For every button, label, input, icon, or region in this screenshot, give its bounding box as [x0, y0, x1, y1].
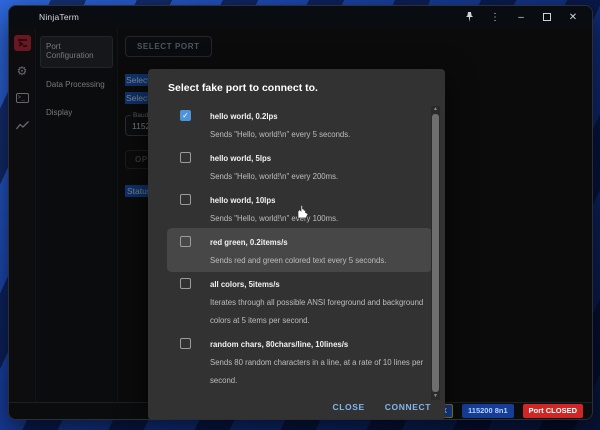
port-item-desc: Sends "Hello, world!\n" every 5 seconds.	[210, 130, 350, 139]
port-list-item[interactable]: alphabetic chars, 1 by 1, 5chars/s Sends…	[170, 393, 429, 394]
titlebar: NinjaTerm ⋮ – ✕	[9, 6, 592, 28]
port-item-desc: Sends 80 random characters in a line, at…	[210, 358, 423, 385]
maximize-icon[interactable]	[534, 6, 560, 28]
scroll-down-icon[interactable]: ▼	[433, 393, 438, 400]
port-item-checkbox[interactable]	[180, 152, 191, 163]
dialog-actions: CLOSE CONNECT	[148, 394, 445, 420]
port-item-title: hello world, 5lps	[210, 154, 271, 163]
port-item-checkbox[interactable]	[180, 338, 191, 349]
fake-port-list: ✓ hello world, 0.2lps Sends "Hello, worl…	[148, 102, 445, 394]
select-fake-port-dialog: Select fake port to connect to. ✓ hello …	[148, 69, 445, 420]
port-item-title: all colors, 5items/s	[210, 280, 280, 289]
scrollbar[interactable]: ▲ ▼	[431, 106, 440, 400]
port-item-title: red green, 0.2items/s	[210, 238, 288, 247]
port-list-item[interactable]: red green, 0.2items/s Sends red and gree…	[170, 231, 429, 269]
port-item-desc: Sends "Hello, world!\n" every 200ms.	[210, 172, 338, 181]
port-list-item[interactable]: all colors, 5items/s Iterates through al…	[170, 273, 429, 329]
scroll-up-icon[interactable]: ▲	[433, 106, 438, 113]
port-list-item[interactable]: ✓ hello world, 0.2lps Sends "Hello, worl…	[170, 105, 429, 143]
port-list-item[interactable]: hello world, 5lps Sends "Hello, world!\n…	[170, 147, 429, 185]
mouse-cursor-icon	[297, 205, 309, 224]
port-item-desc: Sends red and green colored text every 5…	[210, 256, 386, 265]
pin-icon[interactable]	[456, 6, 482, 28]
port-item-title: random chars, 80chars/line, 10lines/s	[210, 340, 348, 349]
port-list-item[interactable]: random chars, 80chars/line, 10lines/s Se…	[170, 333, 429, 389]
dialog-title: Select fake port to connect to.	[148, 69, 445, 102]
window-title: NinjaTerm	[9, 12, 79, 22]
minimize-icon[interactable]: –	[508, 6, 534, 28]
close-icon[interactable]: ✕	[560, 6, 586, 28]
port-item-checkbox[interactable]	[180, 194, 191, 205]
connect-button[interactable]: CONNECT	[385, 402, 431, 412]
app-window: NinjaTerm ⋮ – ✕ ⚙ >_ Port Configuration …	[8, 5, 593, 420]
port-item-title: hello world, 0.2lps	[210, 112, 278, 121]
port-item-checkbox[interactable]	[180, 236, 191, 247]
status-badge-port-closed: Port CLOSED	[523, 404, 583, 417]
port-item-desc: Sends "Hello, world!\n" every 100ms.	[210, 214, 338, 223]
port-item-title: hello world, 10lps	[210, 196, 275, 205]
status-badge-115200-8n1: 115200 8n1	[462, 404, 514, 417]
port-item-desc: Iterates through all possible ANSI foreg…	[210, 298, 423, 325]
scrollbar-thumb[interactable]	[432, 114, 439, 392]
port-item-checkbox[interactable]	[180, 278, 191, 289]
close-button[interactable]: CLOSE	[332, 402, 364, 412]
port-item-checkbox[interactable]: ✓	[180, 110, 191, 121]
kebab-menu-icon[interactable]: ⋮	[482, 6, 508, 28]
